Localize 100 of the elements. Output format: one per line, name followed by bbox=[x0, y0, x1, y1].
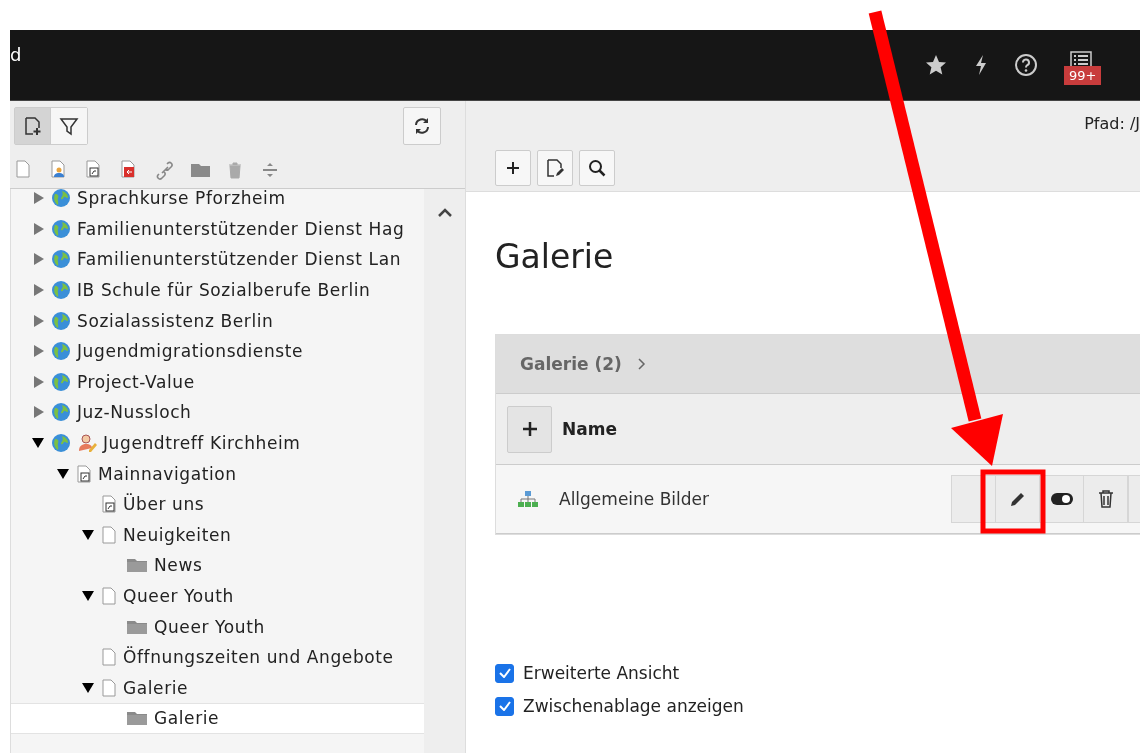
tree-item[interactable]: Queer Youth bbox=[11, 611, 424, 642]
tree-item[interactable]: Project-Value bbox=[11, 366, 424, 398]
collapse-triangle-icon[interactable] bbox=[82, 681, 94, 694]
tree-item-label: Sprachkurse Pforzheim bbox=[77, 189, 286, 209]
tree-item-label: Galerie bbox=[123, 677, 189, 698]
scroll-up-icon[interactable] bbox=[436, 207, 453, 217]
edit-button[interactable] bbox=[996, 476, 1040, 522]
tree-item[interactable]: Jugendtreff Kirchheim bbox=[11, 427, 424, 459]
page-icon bbox=[101, 587, 117, 605]
checkbox-label: Erweiterte Ansicht bbox=[523, 663, 680, 683]
new-page-button[interactable] bbox=[15, 107, 51, 144]
expand-triangle-icon[interactable] bbox=[32, 284, 44, 297]
check-icon bbox=[498, 701, 511, 711]
tree-item-label: Queer Youth bbox=[123, 586, 234, 606]
tree-item[interactable]: Über uns bbox=[11, 488, 424, 520]
pencil-icon bbox=[1008, 490, 1027, 508]
tree-item-label: Sozialassistenz Berlin bbox=[77, 310, 274, 331]
panel-title: Galerie (2) bbox=[520, 354, 622, 374]
collapse-triangle-icon[interactable] bbox=[82, 528, 94, 541]
shortcut-page-icon bbox=[76, 464, 92, 483]
sitemap-icon bbox=[517, 490, 539, 508]
tree-item-label: Jugendmigrationsdienste bbox=[77, 341, 304, 362]
page-icon bbox=[101, 648, 117, 667]
globe-icon bbox=[51, 433, 71, 454]
expand-triangle-icon[interactable] bbox=[32, 253, 44, 266]
expand-triangle-icon[interactable] bbox=[32, 406, 44, 419]
tree-item-label: Mainnavigation bbox=[98, 463, 237, 484]
tree-item[interactable]: Sozialassistenz Berlin bbox=[11, 305, 424, 336]
globe-icon bbox=[51, 189, 71, 209]
tree-item[interactable]: Familienunterstützender Dienst Hag bbox=[11, 213, 424, 245]
tree-item-label: Juz-Nussloch bbox=[77, 402, 192, 423]
folder-icon bbox=[126, 557, 148, 574]
help-icon[interactable] bbox=[1014, 53, 1038, 77]
notification-count: 99+ bbox=[1064, 66, 1102, 85]
edit-page-button[interactable] bbox=[537, 150, 573, 186]
globe-icon bbox=[51, 249, 71, 270]
tree-item[interactable]: Mainnavigation bbox=[11, 458, 424, 489]
expand-triangle-icon[interactable] bbox=[32, 314, 44, 327]
page-title: Galerie bbox=[495, 237, 615, 276]
globe-icon bbox=[51, 341, 71, 362]
trash-icon bbox=[1096, 489, 1115, 509]
path-label: Pfad: /J bbox=[1084, 113, 1140, 133]
expand-triangle-icon[interactable] bbox=[32, 222, 44, 235]
chevron-right-icon[interactable] bbox=[637, 358, 646, 370]
tree-item[interactable]: Neuigkeiten bbox=[11, 519, 424, 551]
collapse-triangle-icon[interactable] bbox=[82, 590, 94, 602]
tree-item-label: Familienunterstützender Dienst Lan bbox=[77, 249, 402, 270]
expand-triangle-icon[interactable] bbox=[32, 345, 44, 358]
tree-item[interactable]: Juz-Nussloch bbox=[11, 397, 424, 428]
refresh-icon bbox=[412, 115, 432, 136]
shortcut-page-icon bbox=[101, 495, 117, 514]
filter-button[interactable] bbox=[51, 107, 87, 144]
tree-item[interactable]: IB Schule für Sozialberufe Berlin bbox=[11, 274, 424, 306]
add-button[interactable] bbox=[495, 150, 531, 186]
column-header: Name bbox=[562, 419, 617, 439]
expand-triangle-icon[interactable] bbox=[32, 192, 44, 205]
new-record-button[interactable] bbox=[507, 405, 552, 453]
globe-icon bbox=[51, 371, 71, 392]
tree-item-label: Neuigkeiten bbox=[123, 524, 232, 545]
collapse-triangle-icon[interactable] bbox=[32, 437, 44, 450]
tree-item-label: Galerie bbox=[154, 708, 220, 729]
tree-item-label: Familienunterstützender Dienst Hag bbox=[77, 218, 405, 239]
tree-item[interactable]: Familienunterstützender Dienst Lan bbox=[11, 244, 424, 275]
lightning-icon[interactable] bbox=[974, 54, 988, 76]
globe-icon bbox=[51, 402, 71, 423]
window-title: d bbox=[10, 44, 22, 65]
tree-item[interactable]: Galerie bbox=[11, 672, 424, 704]
search-button[interactable] bbox=[579, 150, 615, 186]
tree-item-label: Jugendtreff Kirchheim bbox=[103, 433, 301, 454]
tree-item[interactable]: Galerie bbox=[11, 703, 424, 734]
link-icon[interactable] bbox=[155, 159, 175, 180]
tree-item-label: News bbox=[154, 555, 203, 576]
toggle-button[interactable] bbox=[1040, 476, 1084, 522]
highlight-frame bbox=[980, 469, 1046, 534]
page-plus-icon bbox=[22, 115, 43, 136]
expand-triangle-icon[interactable] bbox=[32, 375, 44, 388]
folder-icon bbox=[126, 618, 148, 635]
checkbox[interactable] bbox=[495, 663, 514, 683]
page-icon bbox=[101, 525, 117, 544]
refresh-button[interactable] bbox=[403, 106, 441, 145]
tree-item[interactable]: Öffnungszeiten und Angebote bbox=[11, 641, 424, 673]
tree-item-label: Über uns bbox=[123, 494, 205, 515]
checkbox[interactable] bbox=[495, 696, 514, 716]
globe-icon bbox=[51, 218, 71, 239]
tree-item-label: IB Schule für Sozialberufe Berlin bbox=[77, 280, 371, 301]
tree-item-label: Project-Value bbox=[77, 371, 195, 392]
tree-item-label: Queer Youth bbox=[154, 616, 265, 637]
tree-item[interactable]: Queer Youth bbox=[11, 580, 424, 612]
checkbox-label: Zwischenablage anzeigen bbox=[523, 696, 744, 716]
page-edit-icon bbox=[545, 158, 565, 178]
tree-item[interactable]: Sprachkurse Pforzheim bbox=[11, 189, 424, 214]
record-name: Allgemeine Bilder bbox=[559, 489, 711, 509]
tree-item[interactable]: News bbox=[11, 550, 424, 581]
search-icon bbox=[588, 159, 606, 177]
toggle-icon bbox=[1050, 492, 1073, 506]
tree-item[interactable]: Jugendmigrationsdienste bbox=[11, 335, 424, 367]
star-icon[interactable] bbox=[924, 53, 948, 77]
collapse-triangle-icon[interactable] bbox=[57, 467, 69, 480]
plus-icon bbox=[521, 421, 538, 437]
delete-button[interactable] bbox=[1084, 476, 1128, 522]
